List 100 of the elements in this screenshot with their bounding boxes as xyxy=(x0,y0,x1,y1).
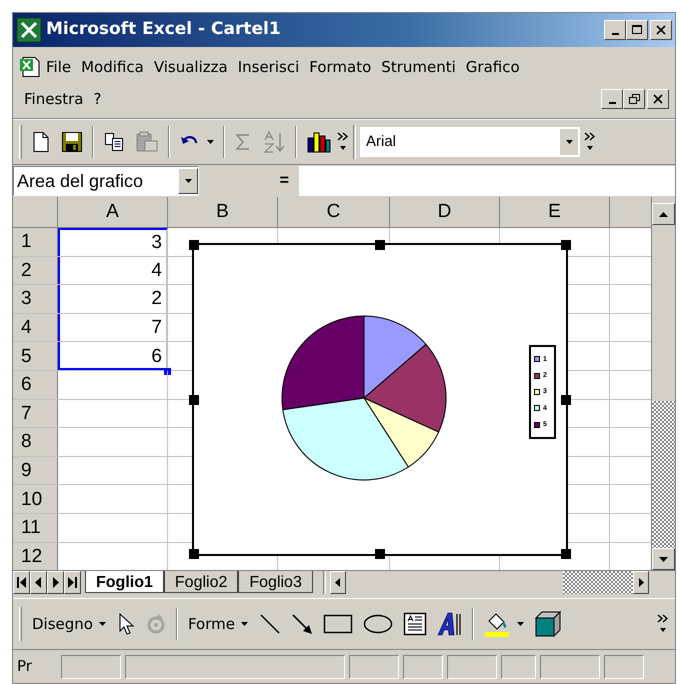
oval-icon[interactable] xyxy=(362,613,393,635)
status-panel xyxy=(501,654,536,678)
maximize-icon xyxy=(632,25,642,35)
column-header[interactable]: E xyxy=(500,197,610,227)
tab-scroll-button[interactable] xyxy=(47,571,64,594)
resize-handle[interactable] xyxy=(375,549,385,559)
caret-icon xyxy=(240,622,248,626)
restore-icon xyxy=(628,94,640,104)
row-header[interactable]: 9 xyxy=(13,456,58,484)
tab-scroll-button[interactable] xyxy=(13,571,30,594)
name-box[interactable]: Area del grafico xyxy=(13,166,199,196)
scroll-left-icon[interactable] xyxy=(335,578,340,587)
table-cell: 7 xyxy=(151,318,162,338)
scroll-left-icon xyxy=(17,577,26,588)
resize-handle[interactable] xyxy=(189,394,199,404)
close-button[interactable] xyxy=(650,20,672,40)
sheet-tab[interactable]: Foglio2 xyxy=(164,571,238,593)
menu-button[interactable]: Disegno xyxy=(26,612,112,636)
row-header[interactable]: 8 xyxy=(13,428,58,456)
resize-handle[interactable] xyxy=(189,549,199,559)
status-panel xyxy=(349,654,399,678)
resize-handle[interactable] xyxy=(189,240,199,250)
wordart-icon[interactable] xyxy=(436,611,463,637)
row-header[interactable]: 7 xyxy=(13,400,58,428)
scroll-right-icon xyxy=(51,577,60,588)
restore-button[interactable] xyxy=(623,89,645,109)
copy-icon[interactable] xyxy=(103,131,125,153)
menu-item[interactable]: Grafico xyxy=(460,56,525,78)
resize-handle[interactable] xyxy=(561,240,571,250)
maximize-button[interactable] xyxy=(626,20,648,40)
table-cell: 4 xyxy=(151,260,162,280)
sheet-tab[interactable]: Foglio3 xyxy=(238,571,313,593)
menu-item[interactable]: ? xyxy=(88,88,106,110)
close-icon xyxy=(656,25,666,35)
row-header[interactable]: 2 xyxy=(13,256,58,284)
vertical-scrollbar[interactable] xyxy=(651,197,675,570)
caret-icon xyxy=(98,622,106,626)
menu-item[interactable]: Visualizza xyxy=(148,56,233,78)
bar-chart-icon[interactable] xyxy=(306,130,332,154)
close-button[interactable] xyxy=(647,89,669,109)
equals-sign: = xyxy=(280,171,289,191)
column-header[interactable]: C xyxy=(278,197,390,227)
scroll-down-icon[interactable] xyxy=(659,556,668,562)
dropdown-caret-icon xyxy=(566,140,572,144)
column-header[interactable]: A xyxy=(58,197,168,227)
minimize-button[interactable] xyxy=(601,89,623,109)
fill-color-icon[interactable] xyxy=(482,611,511,637)
3d-box-icon[interactable] xyxy=(534,610,562,638)
menu-button[interactable]: Forme xyxy=(182,612,254,636)
menu-item[interactable]: Strumenti xyxy=(376,56,461,78)
menu-item[interactable]: File xyxy=(41,56,76,78)
save-icon[interactable] xyxy=(61,131,83,153)
minimize-icon xyxy=(612,33,618,35)
column-header[interactable]: D xyxy=(390,197,500,227)
font-dropdown[interactable]: Arial xyxy=(360,127,580,157)
spreadsheet-document-icon xyxy=(19,56,41,78)
row-header[interactable]: 6 xyxy=(13,370,58,399)
menu-item[interactable]: Inserisci xyxy=(232,56,304,78)
rectangle-icon[interactable] xyxy=(322,613,353,635)
status-panel xyxy=(604,654,644,678)
arrow-icon[interactable] xyxy=(290,613,313,635)
table-cell: 3 xyxy=(151,233,162,252)
tab-scroll-button[interactable] xyxy=(30,571,47,594)
row-header[interactable]: 10 xyxy=(13,485,58,513)
spreadsheet-app-icon xyxy=(16,17,42,43)
row-header[interactable]: 3 xyxy=(13,285,58,313)
minimize-button[interactable] xyxy=(604,20,626,40)
row-header[interactable]: 1 xyxy=(13,228,58,256)
table-cell: 6 xyxy=(151,346,162,366)
column-header[interactable]: B xyxy=(168,197,278,227)
dropdown-caret-icon xyxy=(207,140,214,144)
new-document-icon[interactable] xyxy=(31,131,51,153)
dropdown-caret-icon xyxy=(516,622,524,626)
status-panel xyxy=(540,654,600,678)
resize-handle[interactable] xyxy=(561,549,571,559)
row-header[interactable]: 4 xyxy=(13,314,58,342)
tab-scroll-button[interactable] xyxy=(64,571,81,594)
formula-field[interactable] xyxy=(299,166,675,196)
scroll-right-icon xyxy=(68,577,77,588)
menu-item[interactable]: Finestra xyxy=(19,88,88,110)
fill-handle[interactable] xyxy=(164,368,171,375)
scroll-right-icon[interactable] xyxy=(638,578,644,587)
menu-item[interactable]: Formato xyxy=(304,56,376,78)
pointer-icon[interactable] xyxy=(116,612,135,636)
status-panel xyxy=(447,654,497,678)
row-header[interactable]: 11 xyxy=(13,514,58,542)
horizontal-scrollbar[interactable] xyxy=(330,571,649,594)
resize-handle[interactable] xyxy=(375,240,385,250)
line-icon[interactable] xyxy=(258,613,281,635)
scroll-left-icon xyxy=(34,577,43,588)
resize-handle[interactable] xyxy=(561,394,571,404)
row-header[interactable]: 5 xyxy=(13,342,58,370)
row-header[interactable]: 12 xyxy=(13,542,58,570)
sheet-tab[interactable]: Foglio1 xyxy=(85,571,164,593)
scroll-up-icon[interactable] xyxy=(659,212,668,216)
text-box-icon[interactable] xyxy=(402,612,427,636)
status-text: Pr xyxy=(17,656,33,678)
minimize-icon xyxy=(608,102,616,104)
status-panel xyxy=(403,654,443,678)
menu-item[interactable]: Modifica xyxy=(76,56,149,78)
